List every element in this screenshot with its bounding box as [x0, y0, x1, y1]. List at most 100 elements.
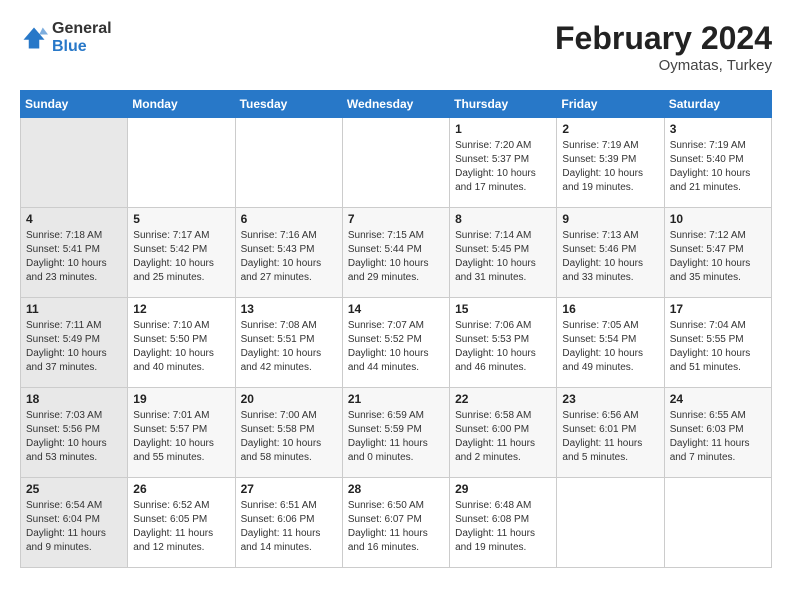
- day-info: Sunrise: 7:18 AM Sunset: 5:41 PM Dayligh…: [26, 229, 122, 285]
- calendar-cell: 22 Sunrise: 6:58 AM Sunset: 6:00 PM Dayli…: [450, 388, 557, 478]
- day-info: Sunrise: 7:04 AM Sunset: 5:55 PM Dayligh…: [670, 319, 766, 375]
- title-block: February 2024 Oymatas, Turkey: [555, 20, 772, 74]
- calendar-cell: 14 Sunrise: 7:07 AM Sunset: 5:52 PM Dayli…: [342, 298, 449, 388]
- calendar-cell: 3 Sunrise: 7:19 AM Sunset: 5:40 PM Daylig…: [664, 118, 771, 208]
- calendar-cell: 20 Sunrise: 7:00 AM Sunset: 5:58 PM Dayli…: [235, 388, 342, 478]
- calendar-cell: 29 Sunrise: 6:48 AM Sunset: 6:08 PM Dayli…: [450, 478, 557, 568]
- day-number: 5: [133, 212, 229, 226]
- calendar-cell: [128, 118, 235, 208]
- day-info: Sunrise: 6:50 AM Sunset: 6:07 PM Dayligh…: [348, 499, 444, 555]
- day-number: 13: [241, 302, 337, 316]
- day-number: 18: [26, 392, 122, 406]
- calendar-cell: 2 Sunrise: 7:19 AM Sunset: 5:39 PM Daylig…: [557, 118, 664, 208]
- calendar-cell: 24 Sunrise: 6:55 AM Sunset: 6:03 PM Dayli…: [664, 388, 771, 478]
- day-number: 15: [455, 302, 551, 316]
- day-info: Sunrise: 7:11 AM Sunset: 5:49 PM Dayligh…: [26, 319, 122, 375]
- day-info: Sunrise: 7:20 AM Sunset: 5:37 PM Dayligh…: [455, 139, 551, 195]
- day-number: 3: [670, 122, 766, 136]
- calendar-cell: 8 Sunrise: 7:14 AM Sunset: 5:45 PM Daylig…: [450, 208, 557, 298]
- calendar-cell: 10 Sunrise: 7:12 AM Sunset: 5:47 PM Dayli…: [664, 208, 771, 298]
- calendar-cell: [21, 118, 128, 208]
- day-number: 19: [133, 392, 229, 406]
- calendar-cell: [235, 118, 342, 208]
- day-info: Sunrise: 6:48 AM Sunset: 6:08 PM Dayligh…: [455, 499, 551, 555]
- week-row-4: 18 Sunrise: 7:03 AM Sunset: 5:56 PM Dayli…: [21, 388, 772, 478]
- day-info: Sunrise: 7:06 AM Sunset: 5:53 PM Dayligh…: [455, 319, 551, 375]
- day-info: Sunrise: 7:14 AM Sunset: 5:45 PM Dayligh…: [455, 229, 551, 285]
- day-number: 8: [455, 212, 551, 226]
- day-number: 29: [455, 482, 551, 496]
- day-info: Sunrise: 7:00 AM Sunset: 5:58 PM Dayligh…: [241, 409, 337, 465]
- calendar-cell: 13 Sunrise: 7:08 AM Sunset: 5:51 PM Dayli…: [235, 298, 342, 388]
- day-number: 7: [348, 212, 444, 226]
- day-info: Sunrise: 7:03 AM Sunset: 5:56 PM Dayligh…: [26, 409, 122, 465]
- day-info: Sunrise: 7:19 AM Sunset: 5:40 PM Dayligh…: [670, 139, 766, 195]
- day-number: 11: [26, 302, 122, 316]
- calendar-cell: 28 Sunrise: 6:50 AM Sunset: 6:07 PM Dayli…: [342, 478, 449, 568]
- day-number: 10: [670, 212, 766, 226]
- day-info: Sunrise: 6:51 AM Sunset: 6:06 PM Dayligh…: [241, 499, 337, 555]
- calendar-cell: 1 Sunrise: 7:20 AM Sunset: 5:37 PM Daylig…: [450, 118, 557, 208]
- day-info: Sunrise: 6:56 AM Sunset: 6:01 PM Dayligh…: [562, 409, 658, 465]
- day-info: Sunrise: 7:19 AM Sunset: 5:39 PM Dayligh…: [562, 139, 658, 195]
- calendar-cell: [557, 478, 664, 568]
- calendar-cell: 4 Sunrise: 7:18 AM Sunset: 5:41 PM Daylig…: [21, 208, 128, 298]
- day-number: 9: [562, 212, 658, 226]
- calendar-cell: 12 Sunrise: 7:10 AM Sunset: 5:50 PM Dayli…: [128, 298, 235, 388]
- day-number: 28: [348, 482, 444, 496]
- page-header: General Blue February 2024 Oymatas, Turk…: [20, 20, 772, 74]
- calendar-cell: 19 Sunrise: 7:01 AM Sunset: 5:57 PM Dayli…: [128, 388, 235, 478]
- day-info: Sunrise: 6:55 AM Sunset: 6:03 PM Dayligh…: [670, 409, 766, 465]
- day-info: Sunrise: 7:07 AM Sunset: 5:52 PM Dayligh…: [348, 319, 444, 375]
- calendar-cell: 11 Sunrise: 7:11 AM Sunset: 5:49 PM Dayli…: [21, 298, 128, 388]
- logo-blue-text: Blue: [52, 38, 87, 55]
- calendar-table: SundayMondayTuesdayWednesdayThursdayFrid…: [20, 90, 772, 568]
- calendar-cell: 21Sunrise: 6:59 AM Sunset: 5:59 PM Dayli…: [342, 388, 449, 478]
- calendar-cell: 27 Sunrise: 6:51 AM Sunset: 6:06 PM Dayli…: [235, 478, 342, 568]
- week-row-3: 11 Sunrise: 7:11 AM Sunset: 5:49 PM Dayli…: [21, 298, 772, 388]
- calendar-cell: 6 Sunrise: 7:16 AM Sunset: 5:43 PM Daylig…: [235, 208, 342, 298]
- week-row-5: 25 Sunrise: 6:54 AM Sunset: 6:04 PM Dayli…: [21, 478, 772, 568]
- day-number: 26: [133, 482, 229, 496]
- day-number: 4: [26, 212, 122, 226]
- day-info: Sunrise: 7:12 AM Sunset: 5:47 PM Dayligh…: [670, 229, 766, 285]
- calendar-cell: 16 Sunrise: 7:05 AM Sunset: 5:54 PM Dayli…: [557, 298, 664, 388]
- month-year-title: February 2024: [555, 20, 772, 57]
- header-cell-monday: Monday: [128, 91, 235, 118]
- day-number: 1: [455, 122, 551, 136]
- week-row-2: 4 Sunrise: 7:18 AM Sunset: 5:41 PM Daylig…: [21, 208, 772, 298]
- header-cell-friday: Friday: [557, 91, 664, 118]
- day-info: Sunrise: 7:08 AM Sunset: 5:51 PM Dayligh…: [241, 319, 337, 375]
- day-info: Sunrise: 6:52 AM Sunset: 6:05 PM Dayligh…: [133, 499, 229, 555]
- day-number: 12: [133, 302, 229, 316]
- day-number: 14: [348, 302, 444, 316]
- day-info: Sunrise: 7:05 AM Sunset: 5:54 PM Dayligh…: [562, 319, 658, 375]
- day-number: 2: [562, 122, 658, 136]
- day-number: 6: [241, 212, 337, 226]
- calendar-cell: 18 Sunrise: 7:03 AM Sunset: 5:56 PM Dayli…: [21, 388, 128, 478]
- day-number: 20: [241, 392, 337, 406]
- day-info: Sunrise: 6:58 AM Sunset: 6:00 PM Dayligh…: [455, 409, 551, 465]
- day-info: Sunrise: 7:16 AM Sunset: 5:43 PM Dayligh…: [241, 229, 337, 285]
- day-number: 27: [241, 482, 337, 496]
- day-number: 24: [670, 392, 766, 406]
- calendar-cell: 25 Sunrise: 6:54 AM Sunset: 6:04 PM Dayli…: [21, 478, 128, 568]
- day-info: Sunrise: 7:13 AM Sunset: 5:46 PM Dayligh…: [562, 229, 658, 285]
- calendar-cell: 23 Sunrise: 6:56 AM Sunset: 6:01 PM Dayli…: [557, 388, 664, 478]
- header-cell-thursday: Thursday: [450, 91, 557, 118]
- header-cell-saturday: Saturday: [664, 91, 771, 118]
- header-cell-wednesday: Wednesday: [342, 91, 449, 118]
- day-number: 23: [562, 392, 658, 406]
- day-number: 22: [455, 392, 551, 406]
- day-info: Sunrise: 7:15 AM Sunset: 5:44 PM Dayligh…: [348, 229, 444, 285]
- day-info: Sunrise: 6:54 AM Sunset: 6:04 PM Dayligh…: [26, 499, 122, 555]
- day-info: Sunrise: 7:01 AM Sunset: 5:57 PM Dayligh…: [133, 409, 229, 465]
- day-number: 25: [26, 482, 122, 496]
- day-info: Sunrise: 7:10 AM Sunset: 5:50 PM Dayligh…: [133, 319, 229, 375]
- location-subtitle: Oymatas, Turkey: [555, 57, 772, 74]
- header-cell-sunday: Sunday: [21, 91, 128, 118]
- day-number: 21: [348, 392, 444, 406]
- calendar-cell: 15 Sunrise: 7:06 AM Sunset: 5:53 PM Dayli…: [450, 298, 557, 388]
- day-number: 16: [562, 302, 658, 316]
- calendar-cell: [342, 118, 449, 208]
